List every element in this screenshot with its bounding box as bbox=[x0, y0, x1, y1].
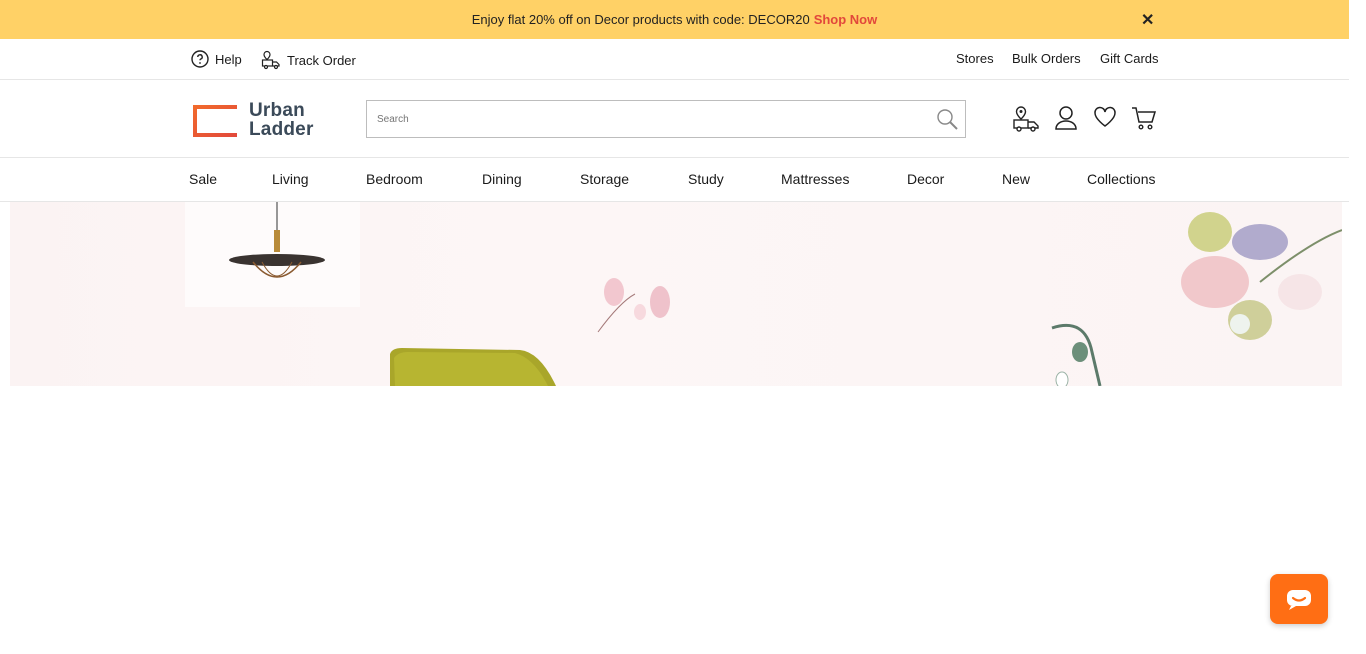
logo[interactable]: Urban Ladder bbox=[191, 100, 326, 140]
nav-item-new[interactable]: New bbox=[1002, 171, 1030, 187]
hero-banner-illustration bbox=[185, 202, 1342, 386]
track-order-link[interactable]: Track Order bbox=[261, 50, 356, 70]
chat-button[interactable] bbox=[1270, 574, 1328, 624]
nav-item-collections[interactable]: Collections bbox=[1087, 171, 1155, 187]
utility-bar: Help Track Order Stores Bulk Orders Gift… bbox=[0, 39, 1349, 80]
promo-bar: Enjoy flat 20% off on Decor products wit… bbox=[0, 0, 1349, 39]
shop-now-link[interactable]: Shop Now bbox=[814, 12, 878, 27]
nav-item-mattresses[interactable]: Mattresses bbox=[781, 171, 849, 187]
hero-banner[interactable] bbox=[10, 202, 1342, 386]
stores-link[interactable]: Stores bbox=[956, 51, 994, 66]
bulk-orders-link[interactable]: Bulk Orders bbox=[1012, 51, 1081, 66]
search-input[interactable] bbox=[367, 101, 965, 137]
account-icon[interactable] bbox=[1054, 105, 1078, 131]
nav-item-study[interactable]: Study bbox=[688, 171, 724, 187]
nav-item-living[interactable]: Living bbox=[272, 171, 309, 187]
help-label: Help bbox=[215, 51, 242, 67]
help-icon bbox=[191, 50, 209, 68]
search-box bbox=[366, 100, 966, 138]
store-locator-icon[interactable] bbox=[1012, 105, 1040, 133]
logo-wordmark: Urban Ladder bbox=[249, 100, 314, 140]
gift-cards-link[interactable]: Gift Cards bbox=[1100, 51, 1159, 66]
nav-item-storage[interactable]: Storage bbox=[580, 171, 629, 187]
track-order-label: Track Order bbox=[287, 52, 356, 68]
search-icon[interactable] bbox=[935, 107, 959, 131]
category-nav: Sale Living Bedroom Dining Storage Study… bbox=[0, 158, 1349, 202]
help-link[interactable]: Help bbox=[191, 50, 242, 68]
main-header: Urban Ladder bbox=[0, 80, 1349, 158]
wishlist-icon[interactable] bbox=[1093, 105, 1117, 129]
nav-item-decor[interactable]: Decor bbox=[907, 171, 944, 187]
cart-icon[interactable] bbox=[1131, 105, 1157, 131]
chat-icon bbox=[1287, 590, 1311, 610]
nav-item-bedroom[interactable]: Bedroom bbox=[366, 171, 423, 187]
logo-mark bbox=[193, 105, 237, 137]
nav-item-sale[interactable]: Sale bbox=[189, 171, 217, 187]
nav-item-dining[interactable]: Dining bbox=[482, 171, 522, 187]
track-order-icon bbox=[261, 50, 280, 70]
close-icon[interactable]: ✕ bbox=[1141, 10, 1154, 30]
promo-text: Enjoy flat 20% off on Decor products wit… bbox=[471, 12, 810, 27]
